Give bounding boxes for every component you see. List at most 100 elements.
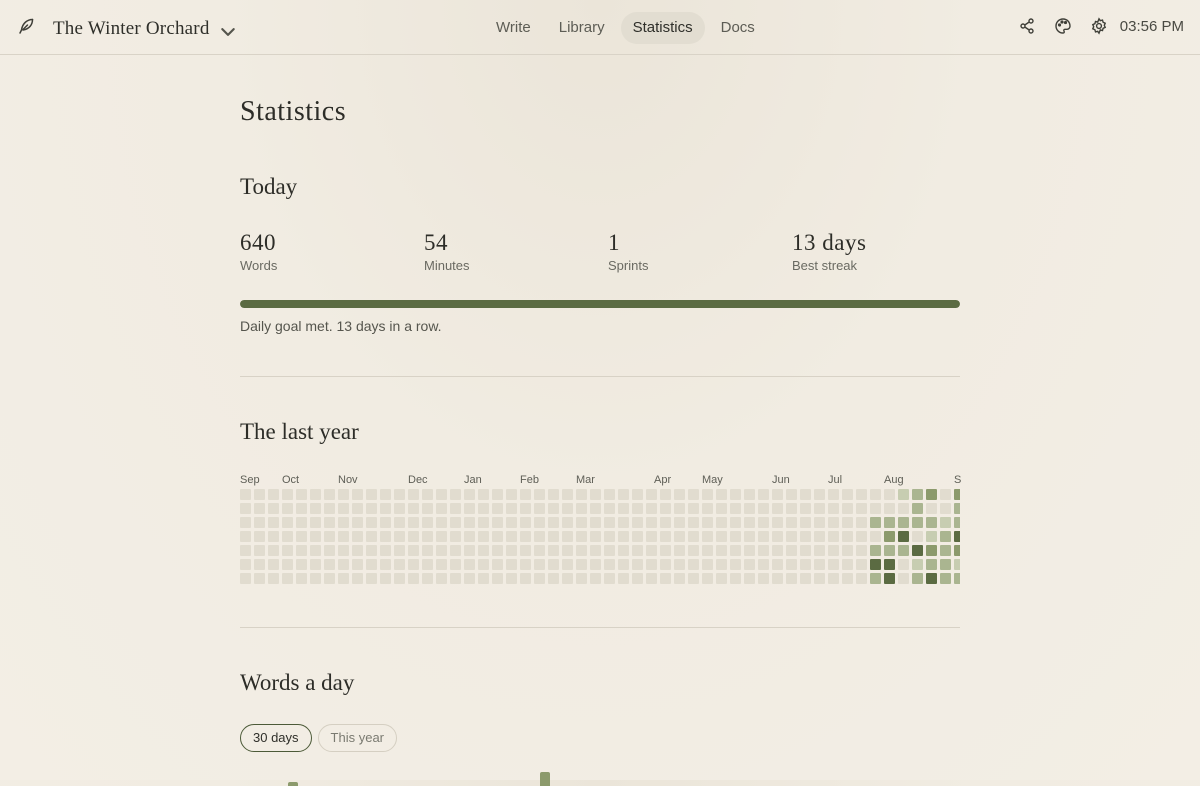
heatmap-cell[interactable] xyxy=(688,559,699,570)
heatmap-cell[interactable] xyxy=(548,489,559,500)
heatmap-cell[interactable] xyxy=(352,573,363,584)
heatmap-cell[interactable] xyxy=(940,517,951,528)
heatmap-cell[interactable] xyxy=(562,503,573,514)
heatmap-cell[interactable] xyxy=(842,545,853,556)
heatmap-cell[interactable] xyxy=(912,545,923,556)
heatmap-cell[interactable] xyxy=(590,559,601,570)
heatmap-cell[interactable] xyxy=(590,531,601,542)
heatmap-cell[interactable] xyxy=(478,531,489,542)
heatmap-cell[interactable] xyxy=(674,545,685,556)
heatmap-cell[interactable] xyxy=(758,517,769,528)
heatmap-cell[interactable] xyxy=(646,489,657,500)
heatmap-cell[interactable] xyxy=(800,573,811,584)
heatmap-cell[interactable] xyxy=(310,489,321,500)
heatmap-cell[interactable] xyxy=(310,531,321,542)
heatmap-cell[interactable] xyxy=(632,503,643,514)
heatmap-cell[interactable] xyxy=(744,573,755,584)
heatmap-cell[interactable] xyxy=(730,545,741,556)
heatmap-cell[interactable] xyxy=(422,503,433,514)
heatmap-cell[interactable] xyxy=(394,503,405,514)
heatmap-cell[interactable] xyxy=(954,489,960,500)
heatmap-cell[interactable] xyxy=(534,517,545,528)
heatmap-cell[interactable] xyxy=(548,559,559,570)
heatmap-cell[interactable] xyxy=(352,531,363,542)
heatmap-cell[interactable] xyxy=(828,489,839,500)
heatmap-cell[interactable] xyxy=(632,531,643,542)
heatmap-cell[interactable] xyxy=(940,545,951,556)
heatmap-cell[interactable] xyxy=(758,545,769,556)
heatmap-cell[interactable] xyxy=(842,531,853,542)
heatmap-cell[interactable] xyxy=(296,489,307,500)
heatmap-cell[interactable] xyxy=(604,531,615,542)
heatmap-cell[interactable] xyxy=(534,559,545,570)
heatmap-cell[interactable] xyxy=(632,517,643,528)
heatmap-cell[interactable] xyxy=(772,489,783,500)
heatmap-cell[interactable] xyxy=(660,559,671,570)
heatmap-cell[interactable] xyxy=(534,503,545,514)
heatmap-cell[interactable] xyxy=(254,545,265,556)
heatmap-cell[interactable] xyxy=(660,573,671,584)
heatmap-cell[interactable] xyxy=(912,489,923,500)
words-bar[interactable] xyxy=(288,782,298,786)
heatmap-cell[interactable] xyxy=(520,531,531,542)
heatmap-cell[interactable] xyxy=(506,545,517,556)
heatmap-cell[interactable] xyxy=(576,517,587,528)
heatmap-cell[interactable] xyxy=(268,517,279,528)
heatmap-cell[interactable] xyxy=(394,545,405,556)
heatmap-cell[interactable] xyxy=(366,545,377,556)
heatmap-cell[interactable] xyxy=(744,489,755,500)
heatmap-cell[interactable] xyxy=(268,503,279,514)
heatmap-cell[interactable] xyxy=(464,489,475,500)
heatmap-cell[interactable] xyxy=(282,559,293,570)
heatmap-cell[interactable] xyxy=(800,545,811,556)
heatmap-cell[interactable] xyxy=(926,489,937,500)
share-icon[interactable] xyxy=(1018,17,1036,35)
heatmap-cell[interactable] xyxy=(436,545,447,556)
heatmap-cell[interactable] xyxy=(506,517,517,528)
heatmap-cell[interactable] xyxy=(282,531,293,542)
heatmap-cell[interactable] xyxy=(562,545,573,556)
words-bar[interactable] xyxy=(540,772,550,786)
heatmap-cell[interactable] xyxy=(688,503,699,514)
heatmap-cell[interactable] xyxy=(870,503,881,514)
heatmap-cell[interactable] xyxy=(758,489,769,500)
heatmap-cell[interactable] xyxy=(506,489,517,500)
heatmap-cell[interactable] xyxy=(926,545,937,556)
heatmap-cell[interactable] xyxy=(940,531,951,542)
heatmap-cell[interactable] xyxy=(436,517,447,528)
heatmap-cell[interactable] xyxy=(660,503,671,514)
heatmap-cell[interactable] xyxy=(814,517,825,528)
heatmap-cell[interactable] xyxy=(254,517,265,528)
heatmap-cell[interactable] xyxy=(478,559,489,570)
heatmap-cell[interactable] xyxy=(674,517,685,528)
heatmap-cell[interactable] xyxy=(324,503,335,514)
heatmap-cell[interactable] xyxy=(856,559,867,570)
heatmap-cell[interactable] xyxy=(366,503,377,514)
heatmap-cell[interactable] xyxy=(590,545,601,556)
heatmap-cell[interactable] xyxy=(870,517,881,528)
range-30-days[interactable]: 30 days xyxy=(240,724,312,752)
heatmap-cell[interactable] xyxy=(310,559,321,570)
heatmap-cell[interactable] xyxy=(548,503,559,514)
heatmap-cell[interactable] xyxy=(548,531,559,542)
heatmap-cell[interactable] xyxy=(380,573,391,584)
heatmap-cell[interactable] xyxy=(380,531,391,542)
heatmap-cell[interactable] xyxy=(268,559,279,570)
heatmap-cell[interactable] xyxy=(716,503,727,514)
heatmap-cell[interactable] xyxy=(884,531,895,542)
heatmap-cell[interactable] xyxy=(926,517,937,528)
heatmap-cell[interactable] xyxy=(702,573,713,584)
heatmap-cell[interactable] xyxy=(646,573,657,584)
heatmap-cell[interactable] xyxy=(576,573,587,584)
heatmap-cell[interactable] xyxy=(800,503,811,514)
heatmap-cell[interactable] xyxy=(282,545,293,556)
heatmap-cell[interactable] xyxy=(618,531,629,542)
nav-write[interactable]: Write xyxy=(484,12,543,44)
heatmap-cell[interactable] xyxy=(800,559,811,570)
heatmap-cell[interactable] xyxy=(828,531,839,542)
heatmap-cell[interactable] xyxy=(954,573,960,584)
heatmap-cell[interactable] xyxy=(702,531,713,542)
heatmap-cell[interactable] xyxy=(772,573,783,584)
heatmap-cell[interactable] xyxy=(898,531,909,542)
heatmap-cell[interactable] xyxy=(646,517,657,528)
